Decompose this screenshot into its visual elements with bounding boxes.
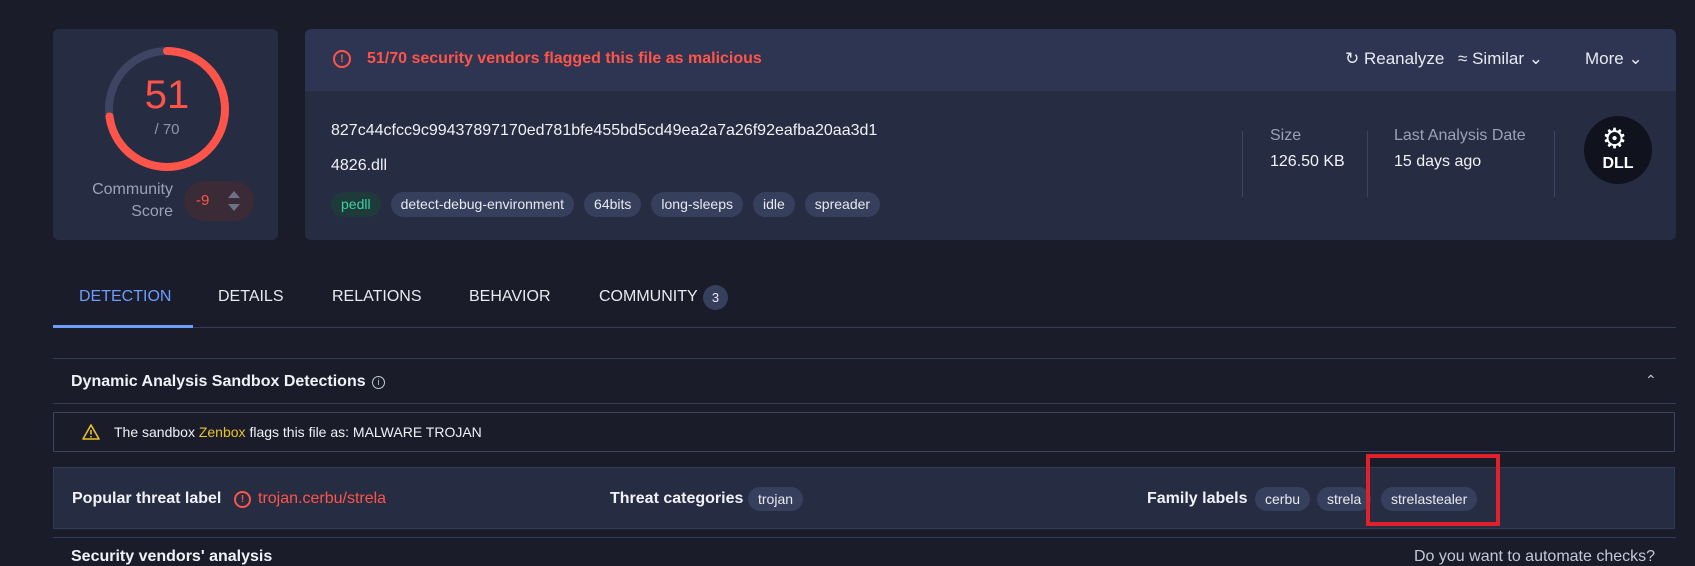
tag[interactable]: long-sleeps: [651, 192, 743, 217]
community-score-label: Community Score: [73, 179, 173, 223]
family-labels-label: Family labels: [1147, 490, 1248, 507]
similar-button[interactable]: ≈ Similar ⌄: [1458, 49, 1543, 69]
tab-bar-line: [53, 327, 1676, 328]
warning-suffix: flags this file as: MALWARE TROJAN: [249, 424, 482, 440]
community-label-line2: Score: [131, 203, 173, 220]
detection-total: / 70: [154, 121, 180, 138]
divider: [53, 537, 1676, 538]
vote-up-icon[interactable]: [228, 191, 240, 198]
sandbox-name-link[interactable]: Zenbox: [199, 424, 246, 440]
file-summary-card: ! 51/70 security vendors flagged this fi…: [305, 29, 1676, 240]
highlight-box: [1366, 454, 1500, 526]
section-title: Dynamic Analysis Sandbox Detections: [71, 373, 366, 390]
active-tab-indicator: [53, 325, 193, 328]
automate-checks-link[interactable]: Do you want to automate checks?: [1414, 548, 1655, 566]
similar-icon: ≈: [1458, 49, 1468, 68]
next-section-title: Security vendors' analysis: [71, 548, 273, 565]
alert-circle-icon: !: [234, 491, 251, 508]
family-tag[interactable]: cerbu: [1255, 487, 1311, 511]
info-icon[interactable]: i: [372, 376, 385, 389]
divider: [1242, 131, 1243, 197]
warning-triangle-icon: [82, 424, 100, 440]
sandbox-warning-text: The sandbox Zenbox flags this file as: M…: [114, 424, 482, 440]
popular-threat-value[interactable]: trojan.cerbu/strela: [258, 490, 386, 508]
community-count-badge: 3: [703, 285, 728, 310]
file-name: 4826.dll: [331, 157, 388, 174]
vote-down-icon[interactable]: [228, 204, 240, 211]
tab-details[interactable]: DETAILS: [218, 288, 284, 306]
tag[interactable]: 64bits: [584, 192, 642, 217]
malicious-alert: 51/70 security vendors flagged this file…: [367, 50, 762, 67]
score-card: 51 / 70 Community Score -9: [53, 29, 278, 240]
similar-label: Similar: [1472, 49, 1525, 68]
threat-categories-label: Threat categories: [610, 490, 744, 507]
reanalyze-label: Reanalyze: [1363, 49, 1445, 68]
tab-detection[interactable]: DETECTION: [79, 288, 171, 306]
tag[interactable]: detect-debug-environment: [390, 192, 575, 217]
detection-count: 51: [144, 73, 190, 117]
tab-relations[interactable]: RELATIONS: [332, 288, 422, 306]
tag[interactable]: idle: [753, 192, 795, 217]
sandbox-warning: The sandbox Zenbox flags this file as: M…: [53, 412, 1675, 452]
divider: [1554, 131, 1555, 197]
last-analysis-value: 15 days ago: [1394, 153, 1482, 170]
family-tag[interactable]: strela: [1317, 487, 1372, 511]
gear-icon: ⚙: [1602, 123, 1628, 154]
warning-prefix: The sandbox: [114, 424, 195, 440]
divider: [53, 358, 1676, 359]
tag[interactable]: pedll: [331, 192, 381, 217]
chevron-down-icon: ⌄: [1628, 49, 1643, 68]
tag[interactable]: spreader: [804, 192, 881, 217]
file-hash[interactable]: 827c44cfcc9c99437897170ed781bfe455bd5cd4…: [331, 122, 877, 140]
chevron-down-icon: ⌄: [1528, 49, 1544, 68]
file-type-label: DLL: [1602, 155, 1634, 172]
last-analysis-label: Last Analysis Date: [1394, 127, 1526, 144]
divider: [1367, 131, 1368, 197]
size-label: Size: [1270, 127, 1302, 144]
file-tags: pedll detect-debug-environment 64bits lo…: [331, 192, 881, 217]
more-label: More: [1585, 49, 1624, 68]
alert-circle-icon: !: [333, 50, 351, 68]
reanalyze-button[interactable]: ↻ Reanalyze: [1345, 49, 1444, 69]
file-type-badge: ⚙ DLL: [1584, 116, 1652, 184]
tab-behavior[interactable]: BEHAVIOR: [469, 288, 551, 306]
community-score-pill: -9: [184, 181, 254, 221]
tab-community[interactable]: COMMUNITY: [599, 288, 698, 306]
divider: [53, 403, 1676, 404]
popular-threat-label: Popular threat label: [72, 490, 222, 507]
community-label-line1: Community: [92, 181, 173, 198]
community-score-value: -9: [196, 192, 210, 209]
size-value: 126.50 KB: [1270, 153, 1345, 170]
chevron-up-icon[interactable]: ⌃: [1645, 372, 1657, 389]
category-tag[interactable]: trojan: [748, 487, 804, 511]
refresh-icon: ↻: [1345, 49, 1360, 68]
summary-header: ! 51/70 security vendors flagged this fi…: [305, 29, 1676, 91]
more-button[interactable]: More ⌄: [1585, 49, 1643, 69]
